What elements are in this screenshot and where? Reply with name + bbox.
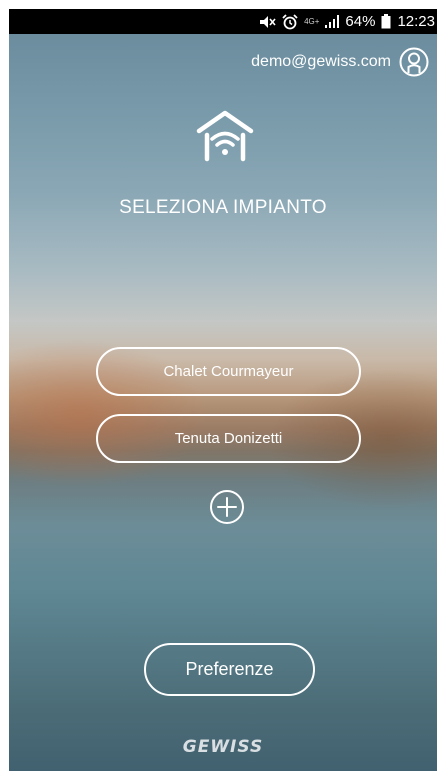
mute-icon (258, 15, 276, 29)
battery-level: 64% (345, 13, 376, 30)
home-wifi-icon (196, 110, 254, 162)
plant-button-tenuta-donizetti[interactable]: Tenuta Donizetti (96, 414, 361, 463)
account-email: demo@gewiss.com (251, 53, 391, 70)
add-plant-button[interactable] (209, 489, 245, 525)
preferences-button[interactable]: Preferenze (144, 643, 315, 696)
app-screen: 4G+ 64% 12:23 demo@gewiss.com SELEZIONA … (9, 9, 437, 771)
gewiss-logo: GEWISS (182, 737, 264, 757)
status-bar: 4G+ 64% 12:23 (9, 9, 437, 34)
battery-icon (381, 14, 391, 29)
signal-icon (325, 15, 340, 28)
alarm-icon (282, 13, 298, 30)
network-type: 4G+ (304, 16, 320, 26)
clock: 12:23 (397, 13, 435, 30)
account-area[interactable]: demo@gewiss.com (251, 47, 429, 77)
user-icon[interactable] (399, 47, 429, 77)
page-title: SELEZIONA IMPIANTO (119, 197, 327, 218)
plant-button-chalet-courmayeur[interactable]: Chalet Courmayeur (96, 347, 361, 396)
